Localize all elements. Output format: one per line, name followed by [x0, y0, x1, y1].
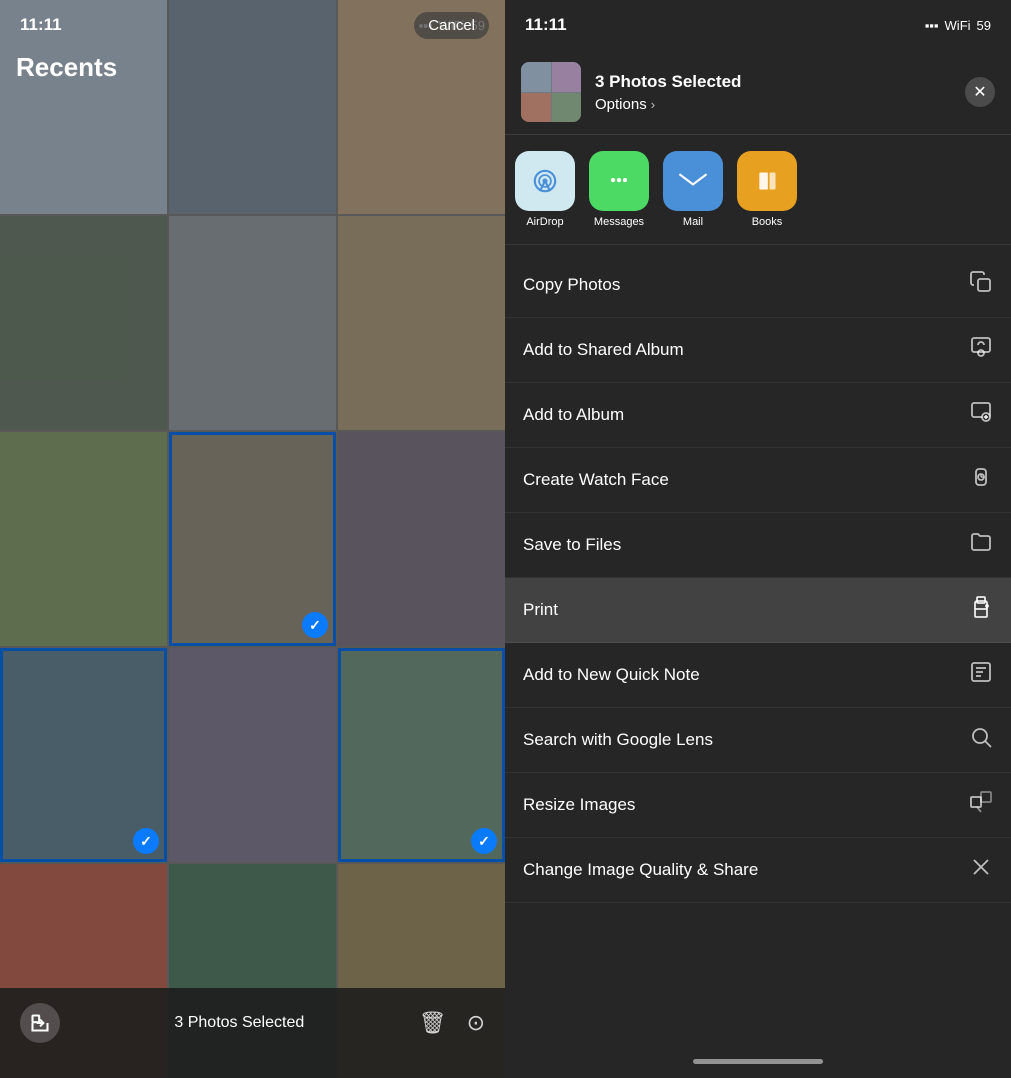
- airdrop-icon: [515, 151, 575, 211]
- toolbar-right-icons: 🗑 ⊙: [419, 1010, 485, 1036]
- checkmark-icon: [471, 828, 497, 854]
- close-button[interactable]: ✕: [965, 77, 995, 107]
- action-google-lens[interactable]: Search with Google Lens: [505, 708, 1011, 773]
- battery-icon: 59: [977, 18, 991, 33]
- copy-icon: [969, 270, 993, 300]
- add-album-icon: [969, 400, 993, 430]
- watch-icon: [969, 465, 993, 495]
- right-status-icons: ▪▪▪ WiFi 59: [925, 18, 991, 33]
- share-button[interactable]: [20, 1003, 60, 1043]
- resize-icon: [969, 790, 993, 820]
- app-books[interactable]: Books: [737, 151, 797, 228]
- action-quick-note[interactable]: Add to New Quick Note: [505, 643, 1011, 708]
- thumb-2: [552, 62, 582, 92]
- more-icon[interactable]: ⊙: [467, 1010, 485, 1036]
- overlay: [0, 0, 505, 1078]
- change-quality-label: Change Image Quality & Share: [523, 860, 758, 880]
- right-status-bar: 11:11 ▪▪▪ WiFi 59: [505, 0, 1011, 50]
- books-icon: [737, 151, 797, 211]
- app-messages[interactable]: Messages: [589, 151, 649, 228]
- quick-note-icon: [969, 660, 993, 690]
- right-time: 11:11: [525, 15, 567, 35]
- share-title-area: 3 Photos Selected Options ›: [581, 72, 965, 113]
- messages-label: Messages: [594, 216, 644, 228]
- quality-share-icon: [969, 855, 993, 885]
- action-resize-images[interactable]: Resize Images: [505, 773, 1011, 838]
- quick-note-label: Add to New Quick Note: [523, 665, 700, 685]
- app-mail[interactable]: Mail: [663, 151, 723, 228]
- share-header: 3 Photos Selected Options › ✕: [505, 50, 1011, 135]
- mail-icon: [663, 151, 723, 211]
- shared-album-icon: [969, 335, 993, 365]
- share-thumbnail: [521, 62, 581, 122]
- create-watch-face-label: Create Watch Face: [523, 470, 669, 490]
- save-files-label: Save to Files: [523, 535, 621, 555]
- add-shared-album-label: Add to Shared Album: [523, 340, 684, 360]
- cancel-button[interactable]: Cancel: [414, 12, 489, 39]
- copy-photos-label: Copy Photos: [523, 275, 620, 295]
- checkmark-icon: [302, 612, 328, 638]
- action-print[interactable]: Print: [505, 578, 1011, 643]
- home-bar: [693, 1059, 823, 1064]
- add-album-label: Add to Album: [523, 405, 624, 425]
- right-panel: 11:11 ▪▪▪ WiFi 59 3 Photos Selected Opti…: [505, 0, 1011, 1078]
- share-options-button[interactable]: Options ›: [595, 96, 951, 113]
- app-airdrop[interactable]: AirDrop: [515, 151, 575, 228]
- search-icon: [969, 725, 993, 755]
- thumb-4: [552, 93, 582, 123]
- airdrop-label: AirDrop: [526, 216, 563, 228]
- chevron-right-icon: ›: [651, 97, 655, 112]
- thumb-3: [521, 93, 551, 123]
- delete-icon[interactable]: 🗑: [419, 1010, 447, 1036]
- app-row: AirDrop Messages Mail: [505, 135, 1011, 245]
- options-label: Options: [595, 96, 647, 113]
- left-panel: 11:11 ▪▪▪ WiFi 59 Recents Cancel 3 Photo…: [0, 0, 505, 1078]
- recents-label: Recents: [16, 52, 117, 83]
- action-copy-photos[interactable]: Copy Photos: [505, 253, 1011, 318]
- action-change-quality[interactable]: Change Image Quality & Share: [505, 838, 1011, 903]
- action-save-files[interactable]: Save to Files: [505, 513, 1011, 578]
- google-lens-label: Search with Google Lens: [523, 730, 713, 750]
- home-indicator: [505, 1044, 1011, 1078]
- wifi-icon: WiFi: [945, 18, 971, 33]
- books-label: Books: [752, 216, 783, 228]
- action-add-album[interactable]: Add to Album: [505, 383, 1011, 448]
- checkmark-icon: [133, 828, 159, 854]
- action-add-shared-album[interactable]: Add to Shared Album: [505, 318, 1011, 383]
- print-label: Print: [523, 600, 558, 620]
- share-title: 3 Photos Selected: [595, 72, 951, 92]
- resize-images-label: Resize Images: [523, 795, 635, 815]
- action-list: Copy Photos Add to Shared Album Add to A…: [505, 245, 1011, 1044]
- selection-count-label: 3 Photos Selected: [174, 1014, 304, 1032]
- action-create-watch-face[interactable]: Create Watch Face: [505, 448, 1011, 513]
- print-icon: [969, 595, 993, 625]
- thumb-1: [521, 62, 551, 92]
- files-icon: [969, 530, 993, 560]
- bottom-toolbar: 3 Photos Selected 🗑 ⊙: [0, 988, 505, 1078]
- messages-icon: [589, 151, 649, 211]
- mail-label: Mail: [683, 216, 703, 228]
- left-time: 11:11: [20, 15, 62, 35]
- signal-icon: ▪▪▪: [925, 18, 939, 33]
